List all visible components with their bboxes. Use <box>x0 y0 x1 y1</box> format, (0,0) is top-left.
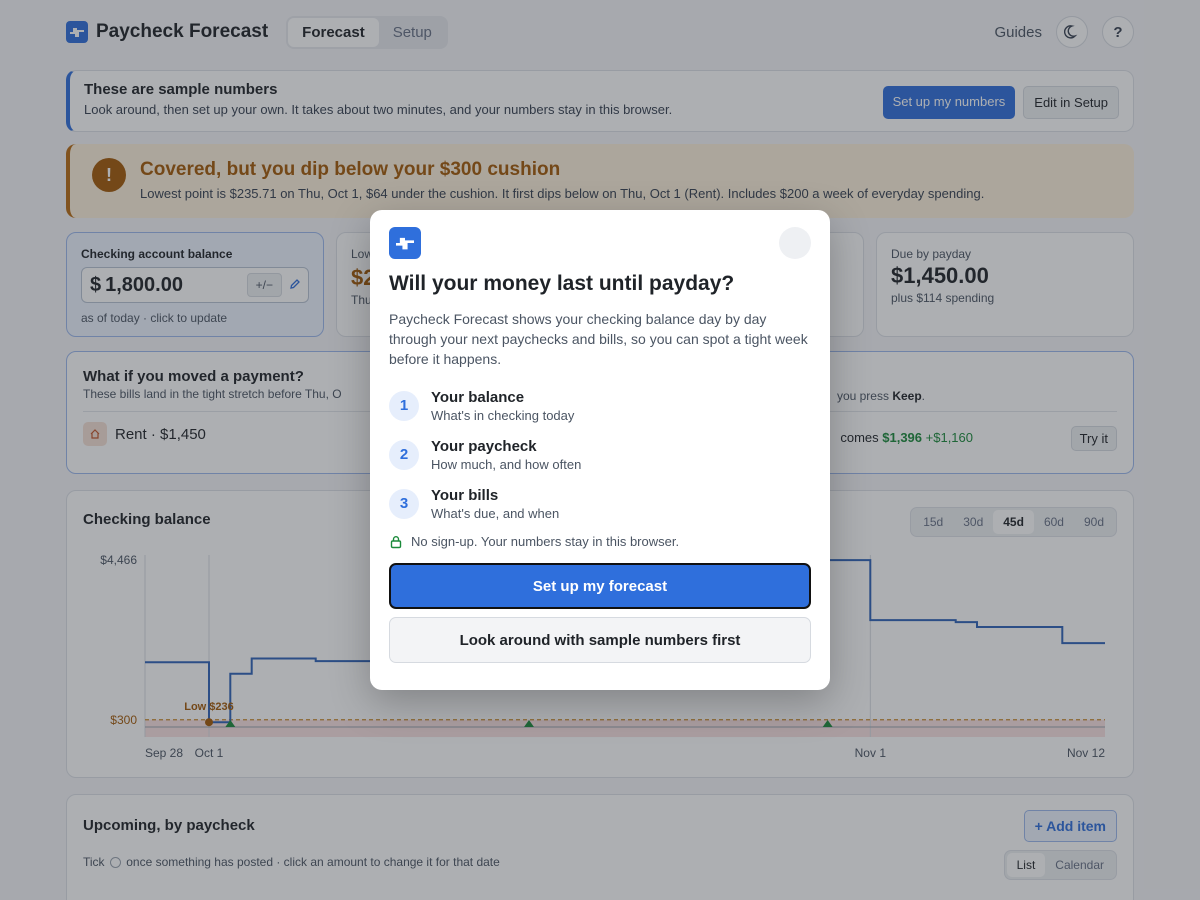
step-bills: 3 Your bills What's due, and when <box>389 479 811 528</box>
look-around-button[interactable]: Look around with sample numbers first <box>389 617 811 663</box>
privacy-text: No sign-up. Your numbers stay in this br… <box>411 534 680 549</box>
step-heading: Your balance <box>431 388 525 406</box>
step-description: What's due, and when <box>431 505 560 521</box>
app-page: Paycheck Forecast Forecast Setup Guides … <box>0 0 1200 900</box>
close-button[interactable] <box>779 227 811 259</box>
step-heading: Your bills <box>431 486 499 504</box>
app-logo-icon <box>389 227 421 259</box>
privacy-note: No sign-up. Your numbers stay in this br… <box>389 534 811 549</box>
step-heading: Your paycheck <box>431 437 537 455</box>
step-number: 1 <box>389 390 419 421</box>
modal-intro: Paycheck Forecast shows your checking ba… <box>389 311 808 367</box>
step-description: What's in checking today <box>431 407 575 423</box>
step-number: 3 <box>389 488 419 519</box>
modal-title: Will your money last until payday? <box>389 272 735 295</box>
step-description: How much, and how often <box>431 456 582 472</box>
welcome-modal: Will your money last until payday? Paych… <box>370 210 830 690</box>
lock-icon <box>390 535 402 548</box>
set-up-forecast-button[interactable]: Set up my forecast <box>389 563 811 609</box>
setup-steps: 1 Your balance What's in checking today … <box>389 381 811 528</box>
step-number: 2 <box>389 439 419 470</box>
step-paycheck: 2 Your paycheck How much, and how often <box>389 430 811 479</box>
step-balance: 1 Your balance What's in checking today <box>389 381 811 430</box>
